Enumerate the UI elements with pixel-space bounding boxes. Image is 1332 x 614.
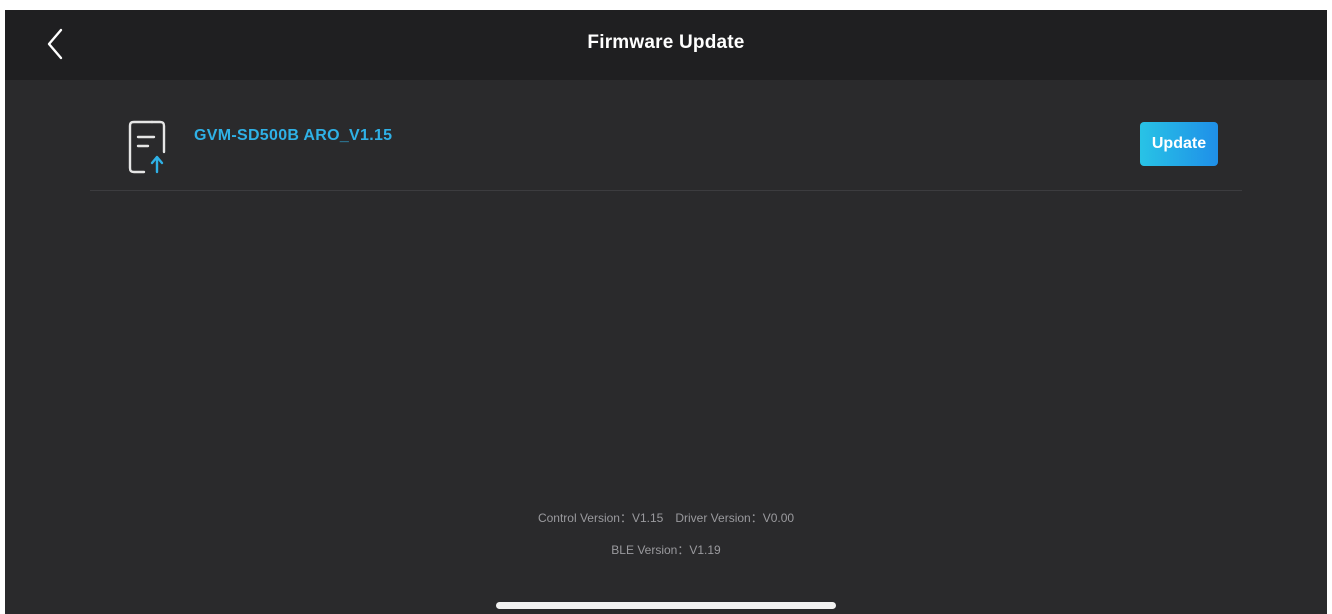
version-info: Control Version：V1.15 Driver Version：V0.0… [5, 510, 1327, 558]
driver-version-value: V0.00 [762, 511, 795, 525]
update-button[interactable]: Update [1140, 122, 1218, 166]
file-upload-icon [128, 120, 166, 174]
page-title: Firmware Update [587, 32, 745, 53]
firmware-update-screen: Firmware Update GVM-SD500B ARO_V1.15 Upd… [5, 10, 1327, 614]
ble-version-label: BLE Version： [611, 543, 690, 557]
firmware-list-item: GVM-SD500B ARO_V1.15 Update [90, 110, 1242, 191]
version-line-1: Control Version：V1.15 Driver Version：V0.0… [5, 510, 1327, 526]
control-version-value: V1.15 [631, 511, 664, 525]
home-indicator[interactable] [496, 602, 836, 609]
ble-version-value: V1.19 [689, 543, 721, 557]
control-version-label: Control Version： [537, 511, 632, 525]
version-line-2: BLE Version：V1.19 [5, 542, 1327, 558]
header-bar: Firmware Update [5, 10, 1327, 80]
driver-version-label: Driver Version： [675, 511, 763, 525]
firmware-name: GVM-SD500B ARO_V1.15 [194, 127, 393, 144]
